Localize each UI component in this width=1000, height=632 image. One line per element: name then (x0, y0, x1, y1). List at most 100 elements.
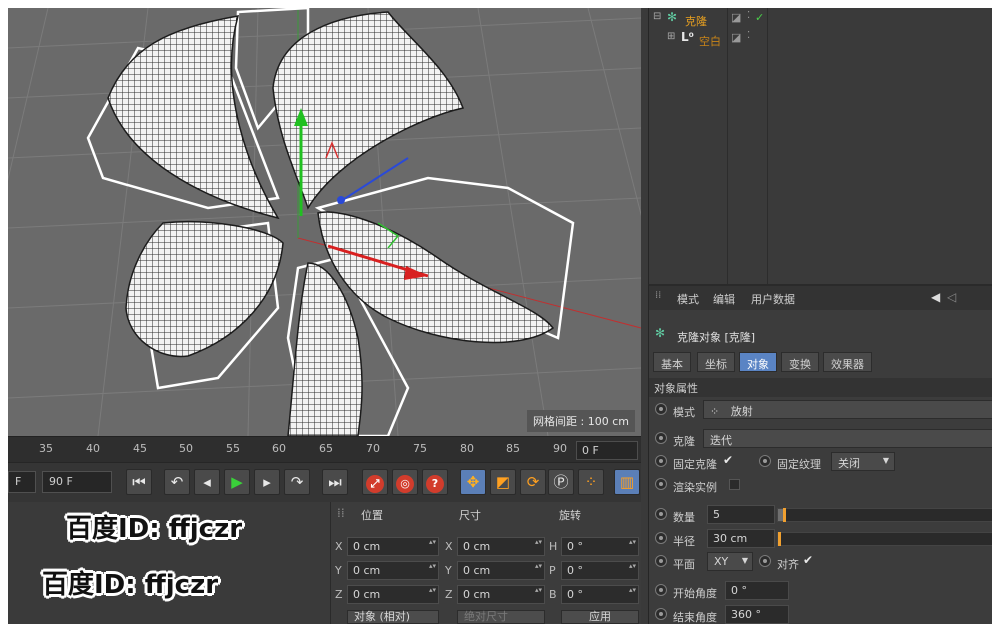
timeline-tick: 40 (86, 442, 100, 455)
perspective-viewport[interactable]: 网格间距 : 100 cm (8, 8, 641, 436)
radius-slider[interactable] (777, 532, 992, 546)
rotation-p-field[interactable]: 0 ° (561, 561, 639, 580)
next-frame-button[interactable]: ▸ (254, 469, 280, 495)
start-angle-field[interactable]: 0 ° (725, 581, 789, 600)
rotation-b-field[interactable]: 0 ° (561, 585, 639, 604)
timeline-tick: 90 (553, 442, 567, 455)
enabled-check-icon[interactable]: ✓ (755, 11, 764, 24)
animate-start-angle-radio[interactable] (655, 584, 667, 596)
mode-value: 放射 (730, 405, 753, 418)
fix-texture-dropdown[interactable]: 关闭 ▼ (831, 452, 895, 471)
end-frame-field[interactable]: 90 F (42, 471, 112, 493)
next-key-icon: ↷ (290, 473, 304, 491)
tab-effectors[interactable]: 效果器 (823, 352, 872, 372)
timeline-button[interactable]: ▥ (614, 469, 640, 495)
timeline-tick: 75 (413, 442, 427, 455)
animate-fix-clone-radio[interactable] (655, 455, 667, 467)
tab-basic[interactable]: 基本 (653, 352, 691, 372)
animate-align-radio[interactable] (759, 555, 771, 567)
menu-mode[interactable]: 模式 (677, 291, 699, 307)
count-slider[interactable] (777, 508, 992, 522)
play-button[interactable]: ▶ (224, 469, 250, 495)
scale-key-button[interactable]: ◩ (490, 469, 516, 495)
param-key-button[interactable]: Ⓟ (548, 469, 574, 495)
end-angle-field[interactable]: 360 ° (725, 605, 789, 624)
current-frame-field[interactable]: 0 F (576, 441, 638, 460)
plane-dropdown[interactable]: XY ▼ (707, 552, 753, 571)
animate-end-angle-radio[interactable] (655, 608, 667, 620)
goto-end-button[interactable]: ⏭ (322, 469, 348, 495)
size-header: 尺寸 (459, 509, 481, 522)
forward-arrow-icon[interactable]: ◁ (947, 290, 956, 304)
animate-plane-radio[interactable] (655, 555, 667, 567)
axis-label: X (335, 540, 343, 553)
move-key-button[interactable]: ✥ (460, 469, 486, 495)
count-field[interactable]: 5 (707, 505, 775, 524)
position-x-field[interactable]: 0 cm (347, 537, 439, 556)
auto-key-button[interactable]: ◎ (392, 469, 418, 495)
tree-expand-icon: ⊞ (667, 31, 676, 42)
count-label: 数量 (673, 511, 695, 524)
animate-fix-texture-radio[interactable] (759, 455, 771, 467)
size-mode-dropdown[interactable]: 绝对尺寸 (457, 610, 545, 624)
tab-object[interactable]: 对象 (739, 352, 777, 372)
animate-count-radio[interactable] (655, 508, 667, 520)
position-z-field[interactable]: 0 cm (347, 585, 439, 604)
axis-label: X (445, 540, 453, 553)
rotate-key-button[interactable]: ⟳ (520, 469, 546, 495)
animate-render-instance-radio[interactable] (655, 478, 667, 490)
prev-key-button[interactable]: ↶ (164, 469, 190, 495)
fix-texture-label: 固定纹理 (777, 458, 821, 471)
render-instance-checkbox[interactable] (729, 479, 740, 490)
timeline-ruler[interactable]: 35 40 45 50 55 60 65 70 75 80 85 90 0 F (8, 436, 641, 462)
goto-end-icon: ⏭ (328, 473, 342, 491)
back-arrow-icon[interactable]: ◀ (931, 290, 940, 304)
slider-knob[interactable] (778, 532, 781, 546)
fix-clone-check-icon[interactable]: ✔ (723, 453, 733, 467)
radius-label: 半径 (673, 535, 695, 548)
tab-coordinates[interactable]: 坐标 (697, 352, 735, 372)
start-frame-field[interactable]: F (8, 471, 36, 493)
key-icon: ⤢ (366, 475, 384, 493)
size-y-field[interactable]: 0 cm (457, 561, 545, 580)
coordinate-mode-dropdown[interactable]: 对象 (相对) (347, 610, 439, 624)
animate-radius-radio[interactable] (655, 532, 667, 544)
radius-field[interactable]: 30 cm (707, 529, 775, 548)
attribute-menu-bar: ⁞⁞ 模式 编辑 用户数据 ◀ ◁ (649, 286, 992, 310)
end-angle-label: 结束角度 (673, 611, 717, 624)
menu-edit[interactable]: 编辑 (713, 291, 735, 307)
align-label: 对齐 (777, 558, 799, 571)
tab-transform[interactable]: 变换 (781, 352, 819, 372)
animate-clone-radio[interactable] (655, 432, 667, 444)
position-y-field[interactable]: 0 cm (347, 561, 439, 580)
object-row-null[interactable]: ⊞ L⁰ 空白 ◪ ⁚ (649, 30, 992, 50)
record-key-button[interactable]: ⤢ (362, 469, 388, 495)
timeline-tick: 55 (226, 442, 240, 455)
menu-user-data[interactable]: 用户数据 (751, 291, 795, 307)
watermark: 百度ID: ffjczr (42, 570, 219, 600)
timeline-tick: 65 (319, 442, 333, 455)
move-icon: ✥ (466, 473, 480, 491)
grip-icon: ⁞⁞ (655, 290, 662, 301)
play-icon: ▶ (231, 473, 243, 491)
goto-start-button[interactable]: ⏮ (126, 469, 152, 495)
clone-dropdown[interactable]: 迭代 (703, 429, 992, 448)
key-help-button[interactable]: ? (422, 469, 448, 495)
pla-key-button[interactable]: ⁘ (578, 469, 604, 495)
size-z-field[interactable]: 0 cm (457, 585, 545, 604)
object-name: 克隆 (685, 15, 707, 28)
mode-dropdown[interactable]: ⁘ 放射 (703, 400, 992, 419)
layer-icon: ◪ (731, 31, 742, 44)
axis-label: B (549, 588, 557, 601)
object-row-cloner[interactable]: ⊟ ✻ 克隆 ◪ ⁚ ✓ (649, 10, 992, 30)
next-key-button[interactable]: ↷ (284, 469, 310, 495)
apply-button[interactable]: 应用 (561, 610, 639, 624)
align-check-icon[interactable]: ✔ (803, 553, 813, 567)
slider-knob[interactable] (783, 508, 787, 522)
null-object-icon: L⁰ (681, 30, 694, 44)
animate-mode-radio[interactable] (655, 403, 667, 415)
rotation-h-field[interactable]: 0 ° (561, 537, 639, 556)
size-x-field[interactable]: 0 cm (457, 537, 545, 556)
dropdown-arrow-icon: ▼ (882, 456, 889, 465)
prev-frame-button[interactable]: ◂ (194, 469, 220, 495)
